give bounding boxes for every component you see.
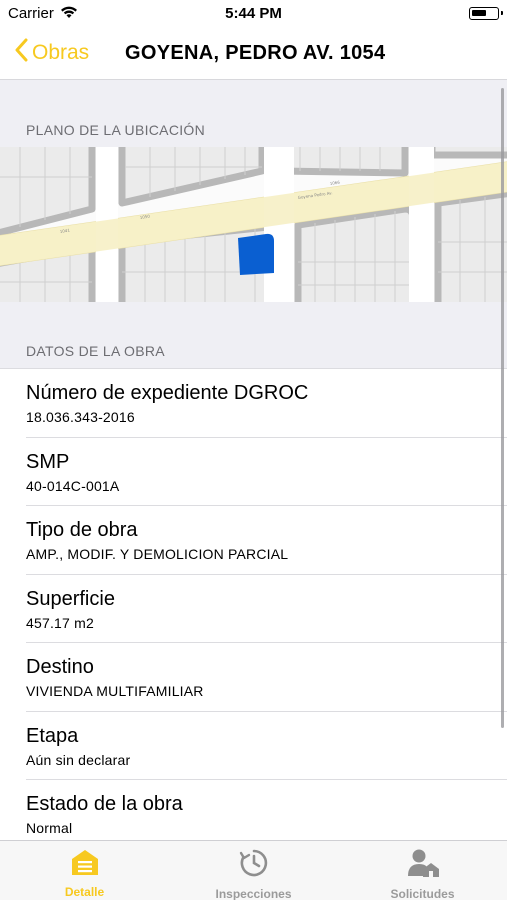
detail-label: Superficie (26, 587, 115, 610)
back-button-label: Obras (32, 40, 90, 64)
detail-row-expediente: Número de expediente DGROC 18.036.343-20… (0, 369, 507, 438)
tab-detalle[interactable]: Detalle (0, 841, 169, 900)
map-section-title: PLANO DE LA UBICACIÓN (26, 122, 206, 138)
details-section-title: DATOS DE LA OBRA (26, 343, 165, 359)
tab-solicitudes[interactable]: Solicitudes (338, 841, 507, 900)
detail-label: Destino (26, 656, 94, 678)
tab-label: Detalle (64, 885, 105, 899)
status-bar: Carrier 5:44 PM (0, 0, 507, 28)
detail-label: Número de expediente DGROC (26, 382, 309, 404)
detail-value: 40-014C-001A (26, 477, 120, 494)
detail-label: Tipo de obra (26, 519, 138, 541)
tab-label: Solicitudes (390, 887, 455, 900)
clock-icon (239, 848, 269, 883)
location-map[interactable]: Goyena Pedro Av. 1050 1066 1041 (0, 147, 507, 302)
detail-value: AMP., MODIF. Y DEMOLICION PARCIAL (26, 546, 289, 562)
battery-icon (469, 7, 503, 20)
chevron-left-icon (14, 38, 28, 67)
person-home-icon (406, 848, 440, 883)
detail-label: Etapa (26, 724, 79, 747)
detail-row-estado: Estado de la obra Normal (0, 780, 507, 841)
detail-label: SMP (26, 450, 70, 473)
detail-row-tipo-obra: Tipo de obra AMP., MODIF. Y DEMOLICION P… (0, 506, 507, 575)
detail-row-smp: SMP 40-014C-001A (0, 437, 507, 506)
status-time: 5:44 PM (225, 5, 282, 22)
highlighted-lot (238, 233, 274, 275)
details-section-header: DATOS DE LA OBRA (0, 302, 507, 368)
tab-label: Inspecciones (215, 887, 292, 900)
detail-icon (70, 848, 100, 881)
page-title: GOYENA, PEDRO AV. 1054 (125, 42, 386, 64)
detail-label: Estado de la obra (26, 793, 183, 815)
detail-row-etapa: Etapa Aún sin declarar (0, 711, 507, 780)
navigation-bar: Obras GOYENA, PEDRO AV. 1054 (0, 28, 507, 80)
tab-bar: Detalle Inspecciones Solicitudes (0, 840, 507, 900)
details-list: Número de expediente DGROC 18.036.343-20… (0, 368, 507, 841)
detail-value: 18.036.343-2016 (26, 409, 135, 425)
detail-scroll-view[interactable]: PLANO DE LA UBICACIÓN Goyena Pedro Av. 1… (0, 81, 507, 841)
scroll-indicator[interactable] (501, 88, 504, 728)
back-button[interactable]: Obras (14, 38, 89, 67)
detail-value: Aún sin declarar (26, 751, 131, 768)
detail-value: 457.17 m2 (26, 614, 94, 631)
map-section-header: PLANO DE LA UBICACIÓN (0, 81, 507, 147)
detail-row-superficie: Superficie 457.17 m2 (0, 574, 507, 643)
detail-row-destino: Destino VIVIENDA MULTIFAMILIAR (0, 643, 507, 712)
detail-value: Normal (26, 820, 73, 836)
tab-inspecciones[interactable]: Inspecciones (169, 841, 338, 900)
detail-value: VIVIENDA MULTIFAMILIAR (26, 683, 204, 699)
